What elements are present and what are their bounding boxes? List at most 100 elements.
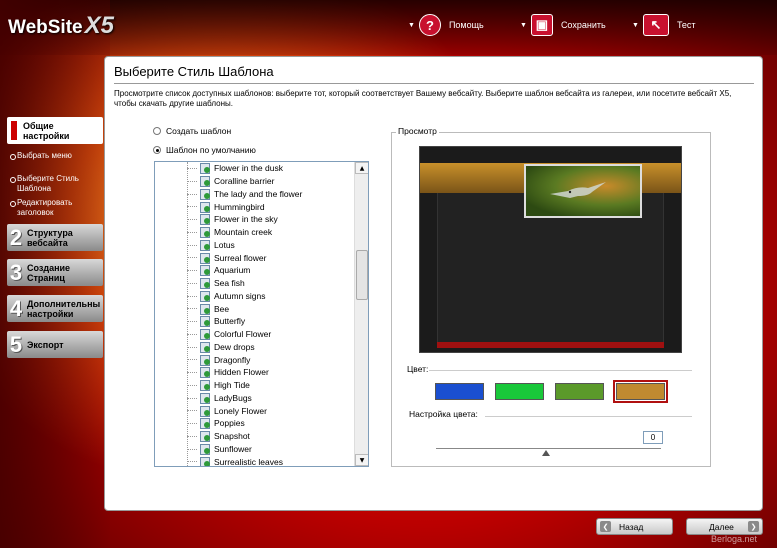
- color-swatch-blue[interactable]: [435, 383, 484, 400]
- template-file-icon: [200, 278, 210, 290]
- template-item[interactable]: Mountain creek: [155, 226, 354, 239]
- nav-group-site-structure[interactable]: 2 Структура вебсайта: [7, 224, 103, 251]
- template-file-icon: [200, 392, 210, 404]
- next-button[interactable]: Далее ❯: [686, 518, 763, 535]
- template-item-label: Dew drops: [214, 341, 255, 352]
- template-item[interactable]: Hummingbird: [155, 200, 354, 213]
- tree-scrollbar[interactable]: ▲ ▼: [354, 162, 368, 466]
- template-item[interactable]: High Tide: [155, 379, 354, 392]
- preview-footer-bar: [437, 342, 664, 348]
- template-file-icon: [200, 367, 210, 379]
- template-item[interactable]: Surrealistic leaves: [155, 455, 354, 467]
- nav-group-label: Дополнительны настройки: [27, 298, 101, 319]
- back-button[interactable]: ❮ Назад: [596, 518, 673, 535]
- template-item[interactable]: Butterfly: [155, 315, 354, 328]
- template-file-icon: [200, 316, 210, 328]
- color-swatch-olive[interactable]: [555, 383, 604, 400]
- template-item[interactable]: Bee: [155, 302, 354, 315]
- template-item[interactable]: The lady and the flower: [155, 188, 354, 201]
- template-item-label: Colorful Flower: [214, 329, 272, 340]
- template-item[interactable]: Lonely Flower: [155, 404, 354, 417]
- save-disk-icon: ▣: [530, 14, 553, 36]
- template-item-label: Poppies: [214, 418, 245, 429]
- template-item[interactable]: Sunflower: [155, 443, 354, 456]
- slider-thumb-icon[interactable]: [542, 450, 550, 456]
- template-item-label: Flower in the sky: [214, 214, 278, 225]
- color-label: Цвет:: [407, 364, 429, 374]
- template-item-label: Surrealistic leaves: [214, 456, 283, 467]
- template-item[interactable]: Aquarium: [155, 264, 354, 277]
- nav-group-create-pages[interactable]: 3 Создание Страниц: [7, 259, 103, 286]
- template-file-icon: [200, 418, 210, 430]
- color-divider: [429, 370, 692, 371]
- template-item[interactable]: Sea fish: [155, 277, 354, 290]
- dropdown-arrow-icon[interactable]: ▼: [408, 22, 415, 29]
- radio-button[interactable]: [153, 127, 161, 135]
- template-file-icon: [200, 290, 210, 302]
- template-file-icon: [200, 227, 210, 239]
- scroll-up-icon[interactable]: ▲: [355, 162, 368, 174]
- color-adjust-label: Настройка цвета:: [409, 409, 478, 419]
- color-swatch-green[interactable]: [495, 383, 544, 400]
- template-item[interactable]: Dragonfly: [155, 353, 354, 366]
- template-item[interactable]: Flower in the dusk: [155, 162, 354, 175]
- template-item[interactable]: Dew drops: [155, 341, 354, 354]
- nav-sub-edit-header[interactable]: Редактировать заголовок: [9, 198, 72, 218]
- radio-button[interactable]: [153, 146, 161, 154]
- nav-group-label: Экспорт: [27, 339, 64, 350]
- nav-group-label: Общие настройки: [23, 120, 70, 141]
- dropdown-arrow-icon[interactable]: ▼: [632, 22, 639, 29]
- template-list: Flower in the dusk Coralline barrier The l…: [155, 162, 354, 467]
- template-item[interactable]: Hidden Flower: [155, 366, 354, 379]
- template-file-icon: [200, 303, 210, 315]
- nav-sub-select-template[interactable]: Выберите Стиль Шаблона: [10, 174, 79, 194]
- nav-group-label: Структура вебсайта: [27, 227, 73, 248]
- help-label: Помощь: [448, 20, 484, 30]
- save-button[interactable]: ▼ ▣ Сохранить: [520, 13, 606, 37]
- template-item-label: Aquarium: [214, 265, 251, 276]
- template-item-label: Snapshot: [214, 431, 250, 442]
- template-file-icon: [200, 431, 210, 443]
- template-item[interactable]: Colorful Flower: [155, 328, 354, 341]
- template-file-icon: [200, 214, 210, 226]
- template-item[interactable]: Flower in the sky: [155, 213, 354, 226]
- dropdown-arrow-icon[interactable]: ▼: [520, 22, 527, 29]
- template-file-icon: [200, 188, 210, 200]
- template-item[interactable]: Autumn signs: [155, 290, 354, 303]
- nav-group-export[interactable]: 5 Экспорт: [7, 331, 103, 358]
- scroll-down-icon[interactable]: ▼: [355, 454, 368, 466]
- help-button[interactable]: ▼ ? Помощь: [408, 13, 484, 37]
- template-item[interactable]: Snapshot: [155, 430, 354, 443]
- template-item[interactable]: Lotus: [155, 239, 354, 252]
- template-file-icon: [200, 201, 210, 213]
- template-item-label: Hidden Flower: [214, 367, 269, 378]
- page-description: Просмотрите список доступных шаблонов: в…: [114, 89, 732, 108]
- template-file-icon: [200, 329, 210, 341]
- test-button[interactable]: ▼ ↖ Тест: [632, 13, 696, 37]
- test-preview-icon: ↖: [642, 14, 669, 36]
- template-item[interactable]: Coralline barrier: [155, 175, 354, 188]
- main-panel: Выберите Стиль Шаблона Просмотрите списо…: [104, 56, 763, 511]
- template-item-label: Lotus: [214, 239, 235, 250]
- template-item[interactable]: Poppies: [155, 417, 354, 430]
- radio-default-template[interactable]: Шаблон по умолчанию: [153, 145, 256, 155]
- template-item[interactable]: LadyBugs: [155, 392, 354, 405]
- template-tree[interactable]: Flower in the dusk Coralline barrier The l…: [154, 161, 369, 467]
- template-item-label: Butterfly: [214, 316, 246, 327]
- color-adjust-input[interactable]: 0: [643, 431, 663, 444]
- preview-label: Просмотр: [396, 126, 439, 136]
- radio-create-template[interactable]: Создать шаблон: [153, 126, 231, 136]
- nav-group-advanced-settings[interactable]: 4 Дополнительны настройки: [7, 295, 103, 322]
- scroll-thumb[interactable]: [356, 250, 368, 300]
- color-swatch-gold[interactable]: [613, 380, 668, 403]
- template-item[interactable]: Surreal flower: [155, 251, 354, 264]
- nav-sub-select-menu[interactable]: Выбрать меню: [10, 151, 72, 161]
- template-file-icon: [200, 176, 210, 188]
- template-file-icon: [200, 443, 210, 455]
- nav-group-general-settings[interactable]: Общие настройки: [7, 117, 103, 144]
- template-file-icon: [200, 265, 210, 277]
- template-file-icon: [200, 354, 210, 366]
- template-item-label: Mountain creek: [214, 227, 273, 238]
- hummingbird-icon: [550, 182, 606, 198]
- template-item-label: Sea fish: [214, 278, 245, 289]
